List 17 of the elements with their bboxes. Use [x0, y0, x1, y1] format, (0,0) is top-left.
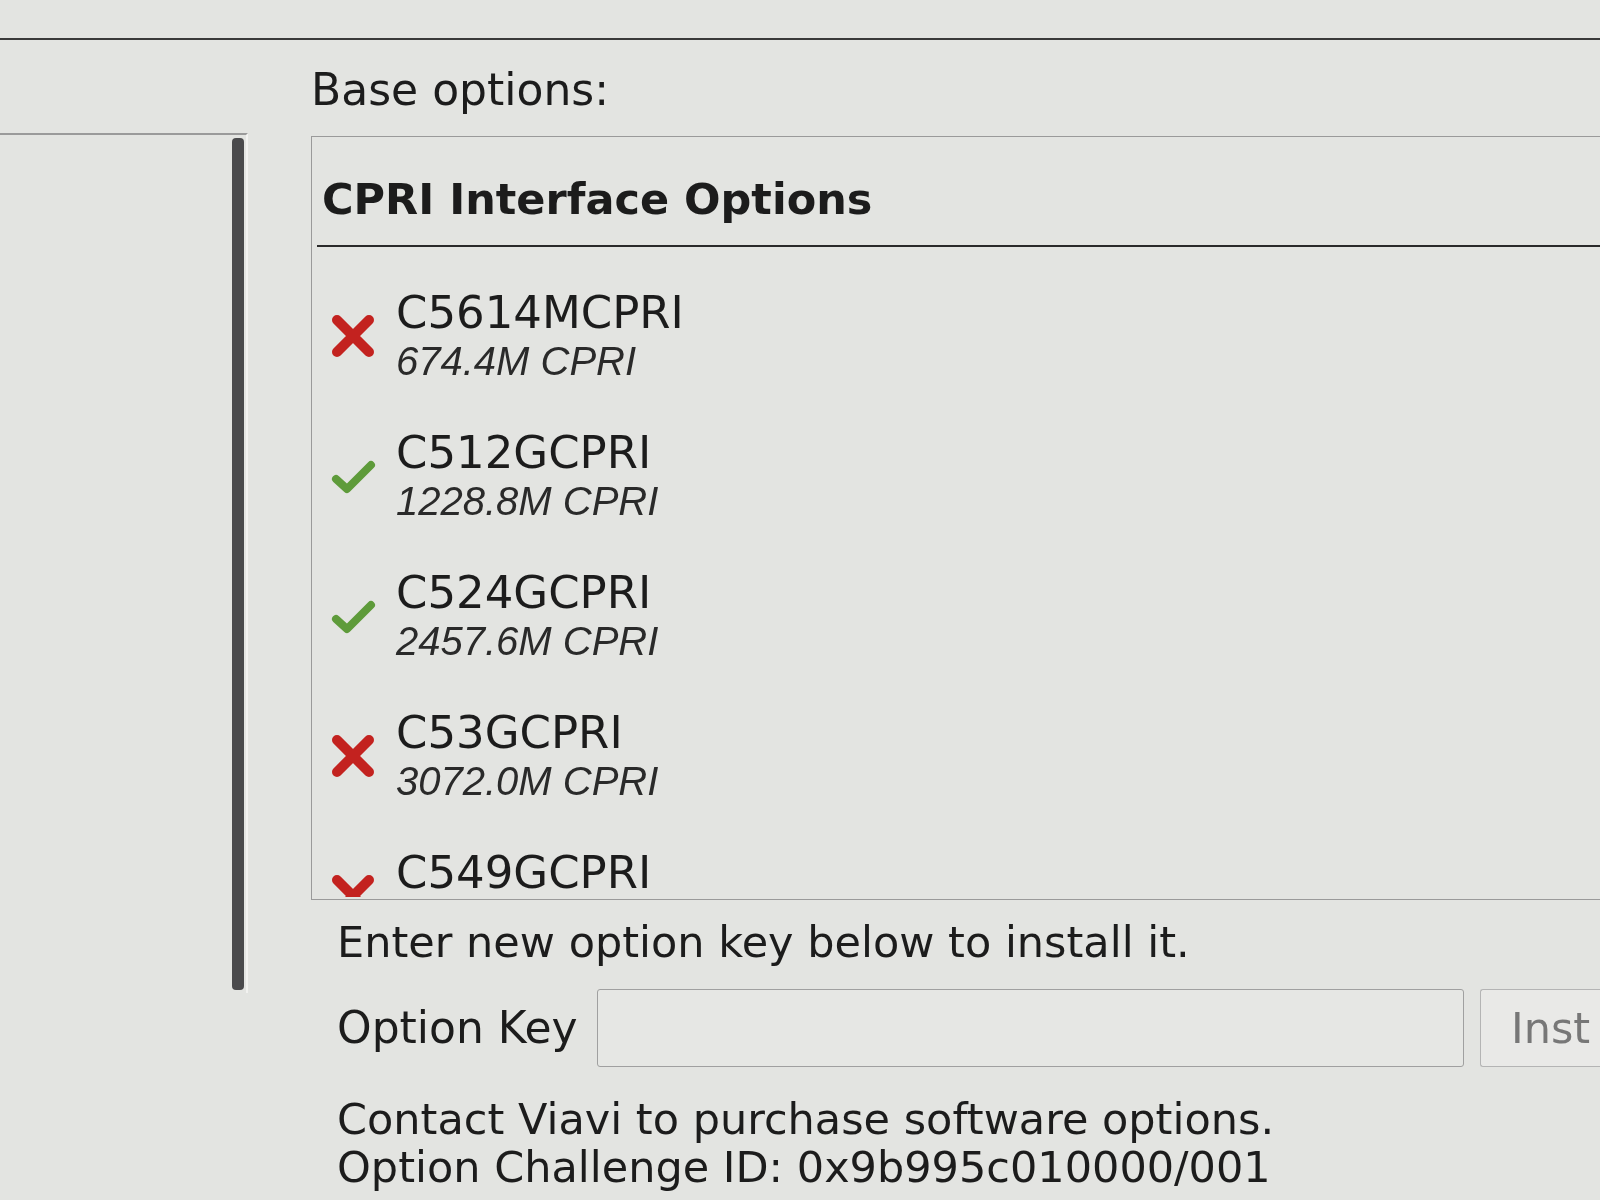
option-name: C524GCPRI: [396, 568, 652, 618]
option-name: C549GCPRI: [396, 848, 652, 898]
option-key-field[interactable]: [597, 989, 1464, 1067]
contact-text: Contact Viavi to purchase software options.: [337, 1095, 1275, 1143]
option-rate: 2457.6M CPRI: [396, 618, 659, 664]
section-label: Base options:: [311, 64, 609, 116]
list-heading: CPRI Interface Options: [321, 174, 873, 224]
option-name: C5614MCPRI: [396, 288, 684, 338]
option-rate: 1228.8M CPRI: [396, 478, 659, 524]
option-rate: 674.4M CPRI: [396, 338, 637, 384]
option-name: C53GCPRI: [396, 708, 623, 758]
field-label: Option Key: [337, 1002, 578, 1053]
scrollbar[interactable]: [232, 138, 244, 990]
instruction-text: Enter new option key below to install it.: [337, 916, 1190, 968]
challenge-id-text: Option Challenge ID: 0x9b995c010000/001: [337, 1143, 1271, 1191]
option-rate: 3072.0M CPRI: [396, 758, 659, 804]
option-name: C512GCPRI: [396, 428, 652, 478]
